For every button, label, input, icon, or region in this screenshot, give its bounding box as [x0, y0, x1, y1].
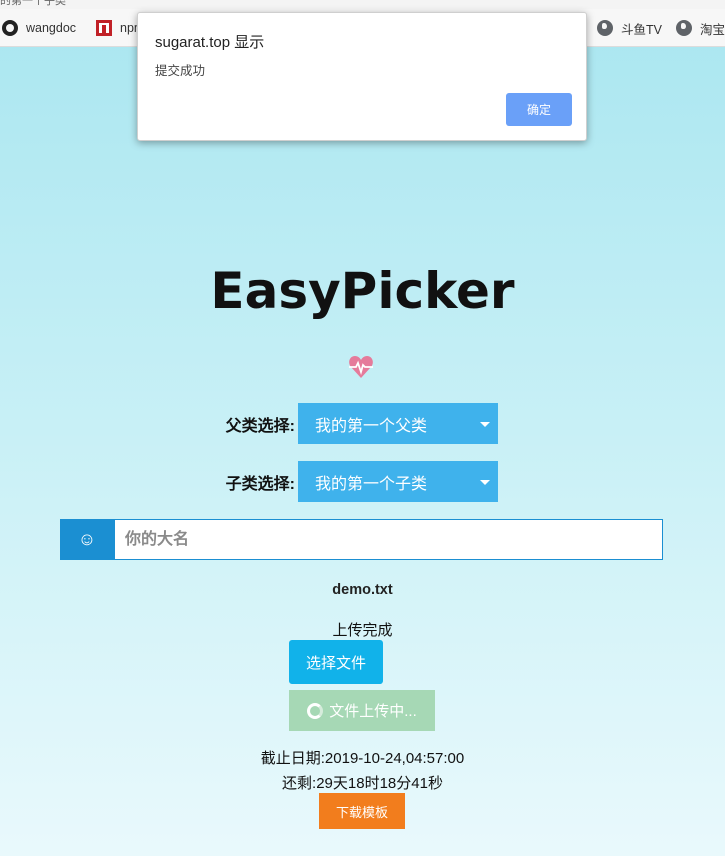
child-category-label: 子类选择:	[225, 475, 295, 493]
bookmark-label: 淘宝	[700, 22, 725, 37]
github-icon	[2, 20, 18, 36]
upload-status: 上传完成	[332, 622, 393, 639]
chevron-down-icon	[480, 480, 490, 485]
child-category-select[interactable]: 我的第一个子类	[298, 461, 498, 502]
bookmark-wangdoc[interactable]: wangdoc	[2, 19, 76, 37]
bookmark-label: 斗鱼TV	[621, 22, 662, 37]
smiley-icon: ☺	[60, 519, 114, 560]
name-input-group: ☺	[60, 519, 663, 560]
parent-category-value: 我的第一个父类	[315, 417, 428, 435]
heartbeat-icon	[349, 356, 373, 378]
deadline-text: 截止日期:2019-10-24,04:57:00	[260, 750, 465, 767]
tab-title-fragment: 的第一个子类	[0, 0, 66, 7]
bookmark-taobao[interactable]: 淘宝	[676, 19, 725, 37]
dialog-message: 提交成功	[155, 64, 206, 78]
uploading-button[interactable]: 文件上传中...	[289, 690, 435, 731]
child-category-row: 子类选择: 我的第一个子类	[223, 461, 498, 502]
globe-icon	[597, 20, 613, 36]
parent-category-label: 父类选择:	[225, 417, 295, 435]
file-name: demo.txt	[332, 582, 393, 598]
app-title: EasyPicker	[210, 262, 515, 320]
dialog-title: sugarat.top 显示	[155, 34, 265, 51]
alert-dialog: sugarat.top 显示 提交成功 确定	[137, 12, 587, 141]
bookmark-douyu[interactable]: 斗鱼TV	[597, 19, 662, 37]
choose-file-button[interactable]: 选择文件	[289, 640, 383, 684]
browser-tab-strip: 的第一个子类	[0, 0, 725, 9]
uploading-label: 文件上传中...	[329, 703, 417, 720]
chevron-down-icon	[480, 422, 490, 427]
parent-category-select[interactable]: 我的第一个父类	[298, 403, 498, 444]
dialog-ok-button[interactable]: 确定	[506, 93, 572, 126]
globe-icon	[676, 20, 692, 36]
spinner-icon	[307, 702, 324, 719]
download-template-button[interactable]: 下载模板	[319, 793, 405, 829]
npm-icon	[96, 20, 112, 36]
parent-category-row: 父类选择: 我的第一个父类	[223, 403, 498, 444]
name-input[interactable]	[114, 519, 663, 560]
child-category-value: 我的第一个子类	[315, 475, 428, 493]
remaining-time-text: 还剩:29天18时18分41秒	[282, 775, 443, 792]
bookmark-label: wangdoc	[26, 21, 77, 35]
